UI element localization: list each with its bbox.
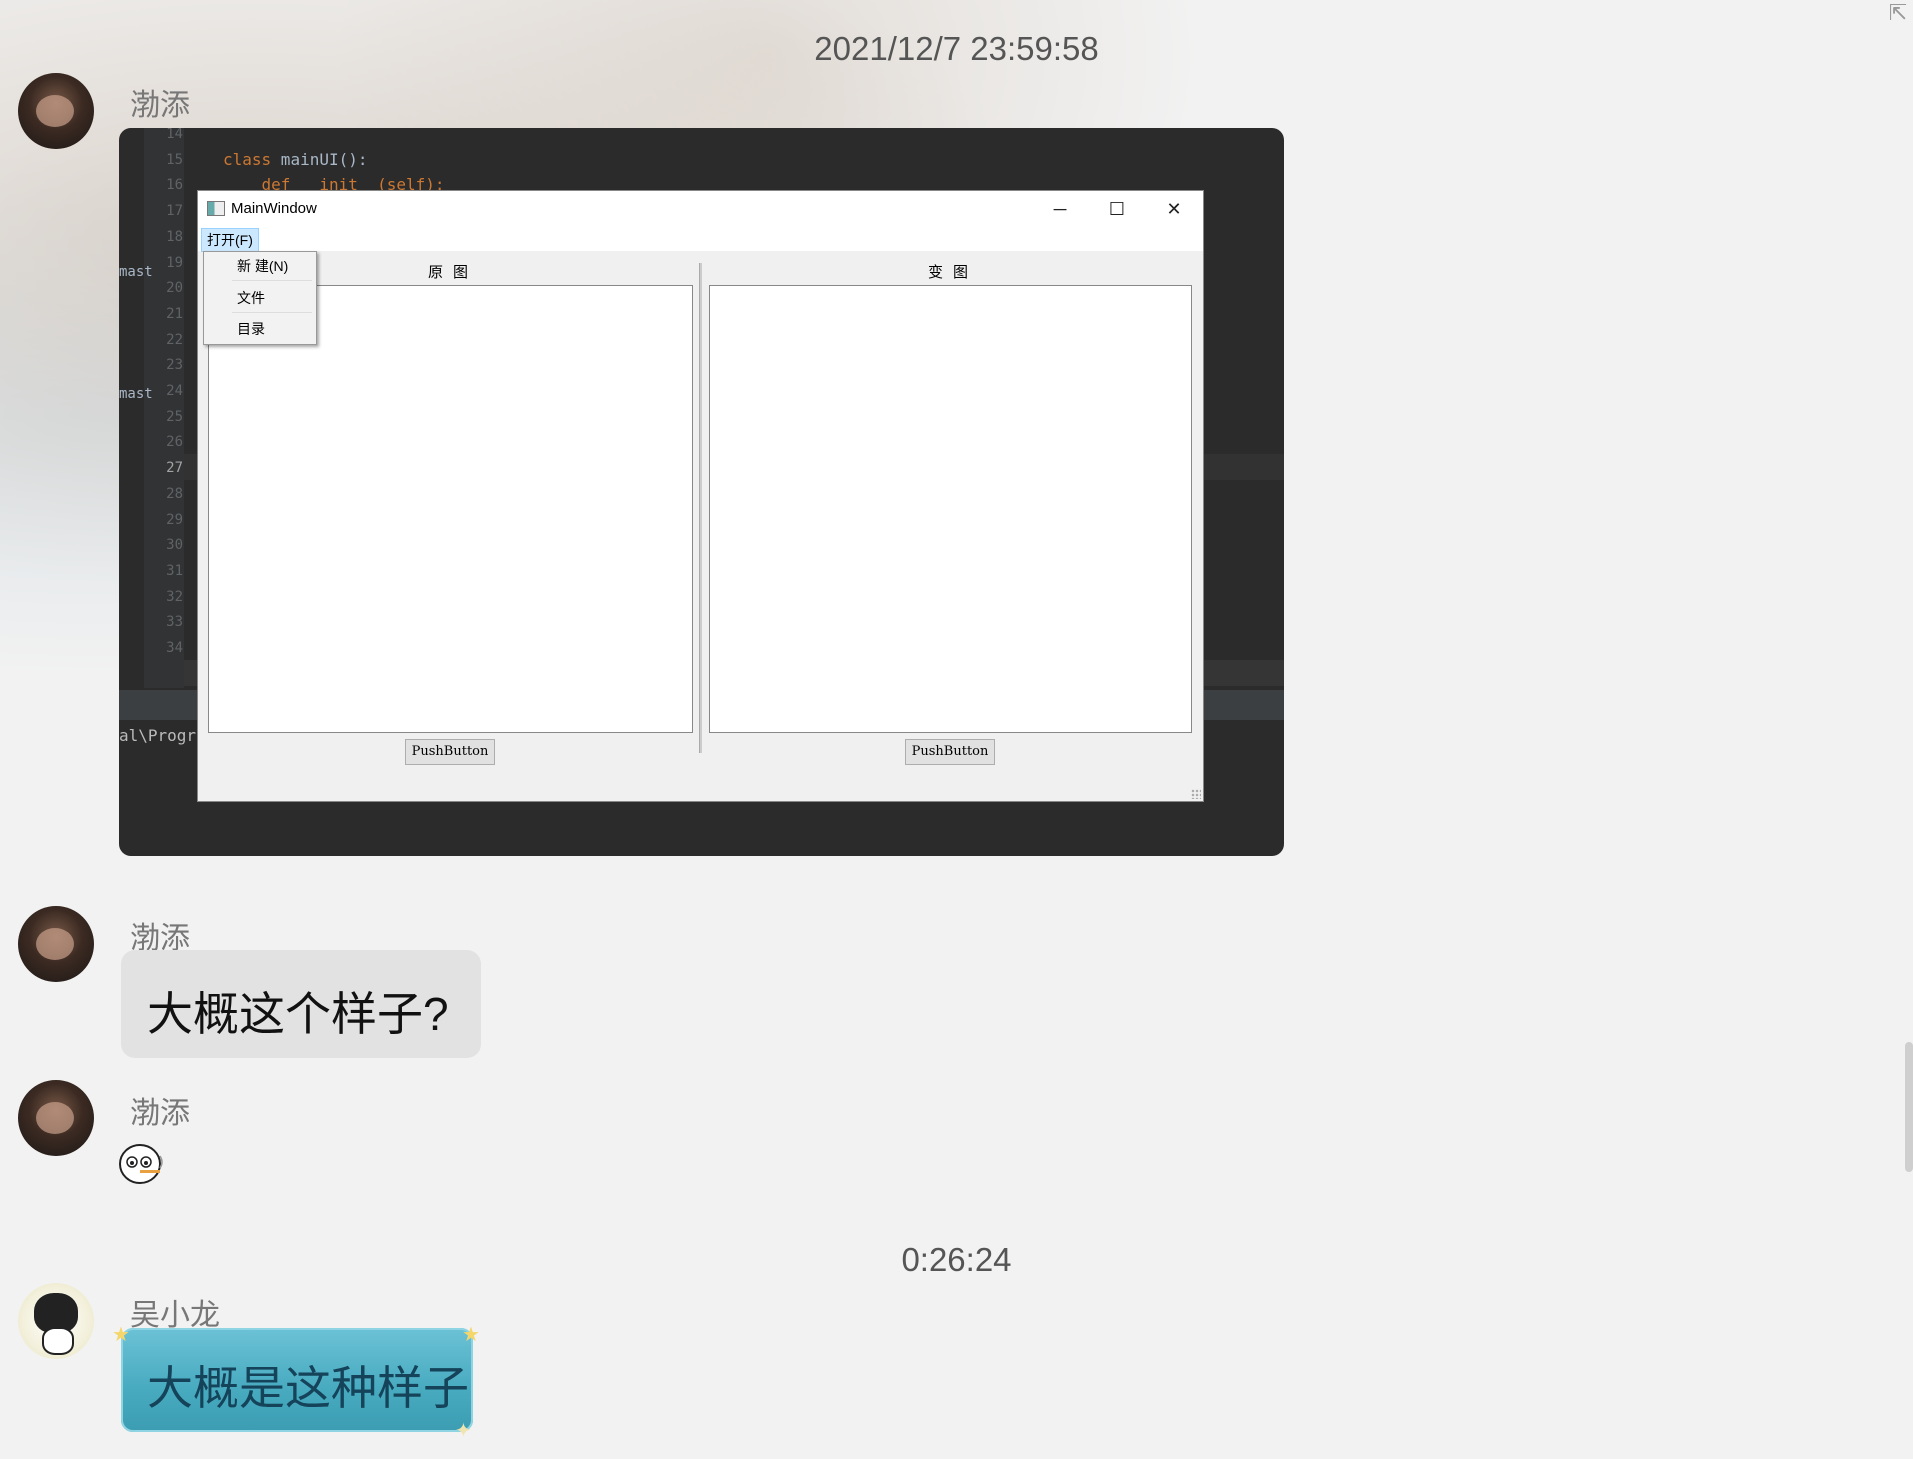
push-button-left[interactable]: PushButton <box>405 739 495 765</box>
resize-grip-icon[interactable] <box>1191 789 1201 799</box>
line-number: 22 <box>166 331 183 348</box>
line-number: 15 <box>166 151 183 168</box>
timestamp: 0:26:24 <box>901 1241 1012 1278</box>
line-number: 16 <box>166 177 183 194</box>
menu-open[interactable]: 打开(F) <box>201 228 259 252</box>
line-number: 19 <box>166 254 183 271</box>
smoking-face-sticker-icon[interactable] <box>118 1140 168 1190</box>
star-icon: ★ <box>462 1324 480 1346</box>
message-bubble[interactable]: 大概是这种样子 <box>121 1328 473 1432</box>
sender-name: 渤添 <box>130 1097 190 1130</box>
open-menu-dropdown: 新 建(N) 文件 目录 <box>203 251 317 345</box>
screenshot-image-message[interactable]: 14 15 16 17 18 19 20 21 22 23 24 25 26 27 28 29 30 31 32 33… <box>119 128 1284 856</box>
line-number: 32 <box>166 588 183 605</box>
minimize-icon[interactable]: ─ <box>1037 195 1083 223</box>
line-number: 21 <box>166 305 183 322</box>
line-number: 17 <box>166 203 183 220</box>
star-icon: ✦ <box>455 1420 472 1442</box>
maximize-icon[interactable]: ☐ <box>1094 195 1140 223</box>
menu-separator <box>232 312 312 313</box>
push-button-right[interactable]: PushButton <box>905 739 995 765</box>
scrollbar[interactable] <box>1905 1042 1913 1172</box>
avatar[interactable] <box>18 73 94 149</box>
line-number: 31 <box>166 562 183 579</box>
line-number: 34 <box>166 640 183 656</box>
line-number: 24 <box>166 383 183 399</box>
line-number: 25 <box>166 408 183 425</box>
line-number: 14 <box>166 128 183 142</box>
line-number: 23 <box>166 357 183 374</box>
line-number: 28 <box>166 485 183 502</box>
avatar[interactable] <box>18 1283 94 1359</box>
avatar[interactable] <box>18 906 94 982</box>
sender-name: 渤添 <box>130 89 190 122</box>
menu-item-directory[interactable]: 目录 <box>237 319 265 339</box>
keyword: class <box>223 150 272 169</box>
project-label: mast <box>119 386 153 402</box>
close-icon[interactable]: ✕ <box>1151 195 1197 223</box>
message-text: 大概是这种样子 <box>147 1362 469 1414</box>
line-number: 29 <box>166 511 183 528</box>
project-label: mast <box>119 264 153 280</box>
line-number: 20 <box>166 280 183 297</box>
star-icon: ★ <box>112 1324 130 1346</box>
message-bubble[interactable]: 大概这个样子? <box>121 950 481 1058</box>
pin-icon[interactable]: ⇱ <box>1889 0 1907 26</box>
transformed-image-pane <box>709 285 1192 733</box>
menubar: 打开(F) <box>198 227 1203 252</box>
splitter[interactable] <box>699 263 702 753</box>
terminal-output: al\Progr <box>119 726 197 745</box>
original-image-label: 原图 <box>428 264 479 281</box>
line-number: 33 <box>166 614 183 631</box>
message-text: 大概这个样子? <box>147 988 449 1040</box>
menu-separator <box>232 280 312 281</box>
window-title: MainWindow <box>231 200 317 217</box>
avatar[interactable] <box>18 1080 94 1156</box>
line-number: 18 <box>166 228 183 245</box>
menu-item-file[interactable]: 文件 <box>237 288 265 308</box>
code-line: class mainUI(): <box>223 150 368 169</box>
code-text: mainUI(): <box>271 150 368 169</box>
line-number: 27 <box>166 460 183 477</box>
menu-item-new[interactable]: 新 建(N) <box>237 256 288 276</box>
line-number: 30 <box>166 537 183 554</box>
transformed-image-label: 变图 <box>928 264 979 281</box>
window-titlebar[interactable]: MainWindow ─ ☐ ✕ <box>198 191 1203 227</box>
timestamp: 2021/12/7 23:59:58 <box>814 30 1099 67</box>
qt-main-window[interactable]: MainWindow ─ ☐ ✕ 打开(F) 原图 变图 PushButton … <box>197 190 1204 802</box>
window-app-icon <box>207 201 225 216</box>
original-image-pane <box>208 285 693 733</box>
line-number: 26 <box>166 434 183 451</box>
